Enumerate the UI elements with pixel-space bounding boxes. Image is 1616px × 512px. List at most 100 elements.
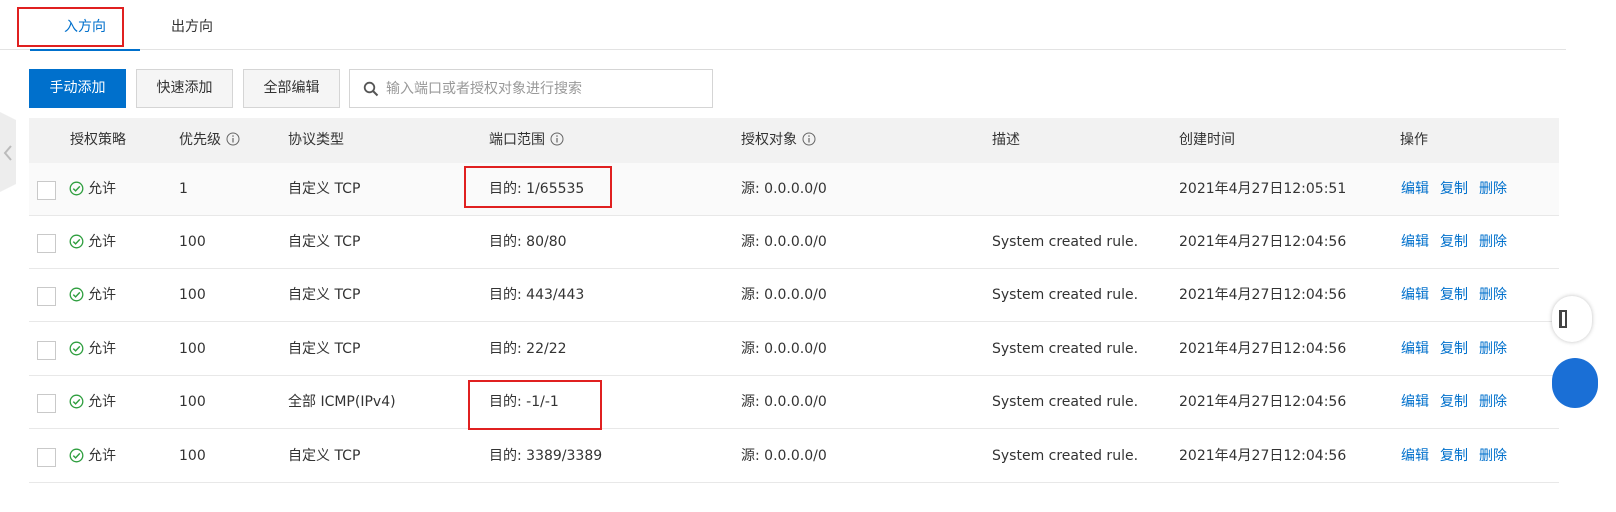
port-range-cell: 目的: 443/443	[489, 287, 585, 303]
delete-link[interactable]: 删除	[1479, 287, 1507, 303]
delete-link[interactable]: 删除	[1479, 181, 1507, 197]
table-row: 允许 100 自定义 TCP 目的: 80/80 源: 0.0.0.0/0 System …	[29, 216, 1559, 269]
header-priority-label: 优先级	[179, 132, 221, 148]
sidebar-collapse-handle[interactable]	[0, 112, 16, 192]
copy-link[interactable]: 复制	[1440, 341, 1468, 357]
protocol-cell: 自定义 TCP	[288, 287, 361, 303]
header-description: 描述	[992, 132, 1020, 148]
info-icon[interactable]	[226, 132, 240, 146]
policy-cell: 允许	[69, 269, 116, 322]
auth-object-cell: 源: 0.0.0.0/0	[741, 181, 827, 197]
priority-cell: 1	[179, 181, 188, 197]
edit-link[interactable]: 编辑	[1401, 181, 1429, 197]
search-input[interactable]	[386, 71, 706, 106]
help-widget[interactable]	[1552, 358, 1598, 408]
delete-link[interactable]: 删除	[1479, 234, 1507, 250]
row-checkbox[interactable]	[37, 341, 56, 360]
row-checkbox[interactable]	[37, 234, 56, 253]
protocol-cell: 自定义 TCP	[288, 234, 361, 250]
manual-add-button[interactable]: 手动添加	[29, 69, 126, 108]
description-cell: System created rule.	[992, 448, 1139, 464]
auth-object-cell: 源: 0.0.0.0/0	[741, 287, 827, 303]
protocol-cell: 自定义 TCP	[288, 341, 361, 357]
header-auth-object-label: 授权对象	[741, 132, 797, 148]
table-row: 允许 100 全部 ICMP(IPv4) 目的: -1/-1 源: 0.0.0.0/0 S…	[29, 376, 1559, 429]
actions-cell: 编辑 复制 删除	[1401, 163, 1518, 216]
header-policy: 授权策略	[70, 132, 126, 148]
header-auth-object: 授权对象	[741, 118, 816, 163]
delete-link[interactable]: 删除	[1479, 394, 1507, 410]
tab-outbound-label: 出方向	[171, 19, 213, 35]
priority-cell: 100	[179, 448, 206, 464]
edit-link[interactable]: 编辑	[1401, 341, 1429, 357]
description-cell: System created rule.	[992, 341, 1139, 357]
document-icon	[1559, 310, 1567, 328]
direction-tabs: 入方向 出方向	[0, 0, 1566, 51]
policy-label: 允许	[88, 341, 116, 357]
policy-label: 允许	[88, 234, 116, 250]
chevron-left-icon	[3, 145, 12, 161]
copy-link[interactable]: 复制	[1440, 287, 1468, 303]
port-range-cell: 目的: -1/-1	[489, 394, 559, 410]
edit-link[interactable]: 编辑	[1401, 448, 1429, 464]
priority-cell: 100	[179, 394, 206, 410]
policy-label: 允许	[88, 448, 116, 464]
table-header: 授权策略 优先级 协议类型 端口范围 授权对象 描述 创建时间 操作	[29, 118, 1559, 163]
copy-link[interactable]: 复制	[1440, 448, 1468, 464]
auth-object-cell: 源: 0.0.0.0/0	[741, 341, 827, 357]
check-circle-icon	[69, 448, 84, 462]
edit-link[interactable]: 编辑	[1401, 234, 1429, 250]
table-row: 允许 100 自定义 TCP 目的: 22/22 源: 0.0.0.0/0 System …	[29, 323, 1559, 376]
check-circle-icon	[69, 181, 84, 195]
row-checkbox[interactable]	[37, 287, 56, 306]
created-cell: 2021年4月27日12:04:56	[1179, 341, 1347, 357]
edit-link[interactable]: 编辑	[1401, 394, 1429, 410]
created-cell: 2021年4月27日12:04:56	[1179, 448, 1347, 464]
edit-link[interactable]: 编辑	[1401, 287, 1429, 303]
row-checkbox[interactable]	[37, 448, 56, 467]
delete-link[interactable]: 删除	[1479, 341, 1507, 357]
quick-add-button[interactable]: 快速添加	[136, 69, 233, 108]
table-row: 允许 100 自定义 TCP 目的: 443/443 源: 0.0.0.0/0 Syste…	[29, 269, 1559, 322]
created-cell: 2021年4月27日12:04:56	[1179, 394, 1347, 410]
protocol-cell: 自定义 TCP	[288, 181, 361, 197]
description-cell: System created rule.	[992, 394, 1139, 410]
active-tab-indicator	[30, 49, 140, 51]
search-icon	[363, 81, 379, 97]
feedback-widget[interactable]	[1552, 296, 1592, 342]
priority-cell: 100	[179, 234, 206, 250]
table-row: 允许 1 自定义 TCP 目的: 1/65535 源: 0.0.0.0/0 2021年4月…	[29, 163, 1559, 216]
search-box	[349, 69, 713, 108]
port-range-cell: 目的: 1/65535	[489, 181, 585, 197]
copy-link[interactable]: 复制	[1440, 234, 1468, 250]
auth-object-cell: 源: 0.0.0.0/0	[741, 394, 827, 410]
policy-cell: 允许	[69, 323, 116, 376]
check-circle-icon	[69, 341, 84, 355]
row-checkbox[interactable]	[37, 181, 56, 200]
row-checkbox[interactable]	[37, 394, 56, 413]
tab-outbound[interactable]: 出方向	[137, 0, 247, 50]
auth-object-cell: 源: 0.0.0.0/0	[741, 234, 827, 250]
policy-cell: 允许	[69, 376, 116, 429]
tab-inbound-label: 入方向	[64, 19, 106, 35]
info-icon[interactable]	[802, 132, 816, 146]
actions-cell: 编辑 复制 删除	[1401, 216, 1518, 269]
policy-cell: 允许	[69, 216, 116, 269]
actions-cell: 编辑 复制 删除	[1401, 376, 1518, 429]
header-port-range-label: 端口范围	[489, 132, 545, 148]
copy-link[interactable]: 复制	[1440, 181, 1468, 197]
tab-inbound[interactable]: 入方向	[30, 0, 140, 51]
delete-link[interactable]: 删除	[1479, 448, 1507, 464]
check-circle-icon	[69, 234, 84, 248]
protocol-cell: 全部 ICMP(IPv4)	[288, 394, 396, 410]
header-protocol: 协议类型	[288, 132, 344, 148]
created-cell: 2021年4月27日12:05:51	[1179, 181, 1347, 197]
port-range-cell: 目的: 22/22	[489, 341, 567, 357]
priority-cell: 100	[179, 287, 206, 303]
copy-link[interactable]: 复制	[1440, 394, 1468, 410]
info-icon[interactable]	[550, 132, 564, 146]
port-range-cell: 目的: 3389/3389	[489, 448, 603, 464]
protocol-cell: 自定义 TCP	[288, 448, 361, 464]
edit-all-button[interactable]: 全部编辑	[243, 69, 340, 108]
policy-label: 允许	[88, 394, 116, 410]
